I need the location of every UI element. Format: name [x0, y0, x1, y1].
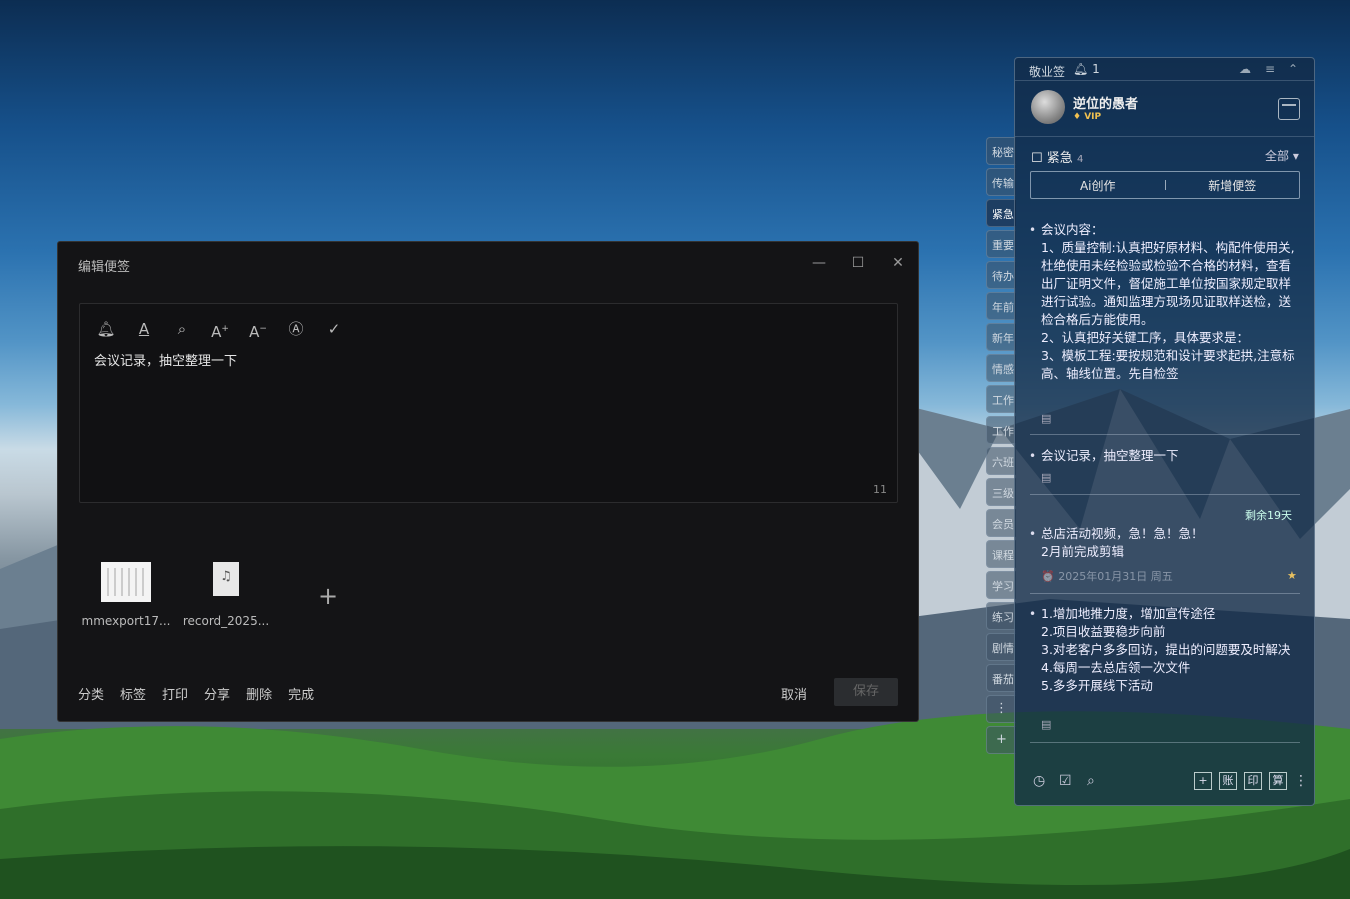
app-name: 敬业签	[1029, 65, 1066, 79]
tab-category[interactable]: 年前	[986, 292, 1016, 320]
tab-category[interactable]: 新年	[986, 323, 1016, 351]
tab-category[interactable]: 学习	[986, 571, 1016, 599]
attachment-image[interactable]: mmexport17...	[76, 562, 176, 628]
tab-category[interactable]: 重要	[986, 230, 1016, 258]
save-button[interactable]: 保存	[834, 678, 898, 706]
note-item[interactable]: • 会议内容： 1、质量控制:认真把好原材料、构配件使用关,杜绝使用未经检验或检验…	[1029, 221, 1301, 407]
category-count: 4	[1076, 154, 1084, 165]
attachment-icon: ▤	[1041, 412, 1052, 425]
search-icon[interactable]: ⌕	[170, 318, 194, 340]
edit-note-window: 编辑便签 — ☐ ✕ 🔔︎ A ⌕ A+ A− Ⓐ ✓ 会议记录，抽空整理一下 …	[57, 241, 919, 722]
text-underline-icon[interactable]: A	[132, 318, 156, 340]
note-content[interactable]: 会议记录，抽空整理一下	[94, 350, 237, 369]
tab-category[interactable]: 工作	[986, 416, 1016, 444]
tab-category-active[interactable]: 紧急	[986, 199, 1016, 227]
tab-category[interactable]: 三级	[986, 478, 1016, 506]
note-text: 会议记录，抽空整理一下	[1041, 448, 1179, 463]
user-name: 逆位的愚者	[1073, 97, 1139, 112]
clock-icon[interactable]: ◷	[1033, 773, 1045, 789]
tab-category[interactable]: 课程	[986, 540, 1016, 568]
category-name: 紧急	[1046, 151, 1073, 166]
tab-category[interactable]: 待办	[986, 261, 1016, 289]
tab-category[interactable]: 六班	[986, 447, 1016, 475]
reminder-indicator[interactable]: 🔔︎ 1	[1073, 62, 1100, 76]
add-box-button[interactable]: +	[1194, 772, 1212, 790]
action-bar: Ai创作 新增便签	[1030, 171, 1300, 199]
filter-label: 全部	[1265, 149, 1290, 163]
category-header: ☐ 紧急 4	[1031, 147, 1083, 166]
add-tab-button[interactable]: +	[986, 726, 1016, 754]
tab-category[interactable]: 情感	[986, 354, 1016, 382]
editor-title: 编辑便签	[78, 260, 131, 275]
note-item[interactable]: • 1.增加地推力度，增加宣传途径 2.项目收益要稳步向前 3.对老客户多多回访，…	[1029, 605, 1301, 695]
calendar-icon[interactable]	[1278, 98, 1300, 120]
ai-create-button[interactable]: Ai创作	[1031, 177, 1165, 194]
attachment-icon: ▤	[1041, 471, 1052, 484]
filter-dropdown[interactable]: 全部 ▾	[1265, 147, 1299, 164]
sticky-note-panel: 敬业签 🔔︎ 1 ☁ ≡ ⌃ 逆位的愚者 ♦ VIP ☐ 紧急 4 全部 ▾ A…	[1014, 57, 1315, 806]
share-button[interactable]: 分享	[204, 684, 230, 703]
collapse-icon[interactable]: ⌃	[1288, 62, 1298, 76]
category-tabs: 秘密 传输 紧急 重要 待办 年前 新年 情感 工作 工作 六班 三级 会员 课…	[986, 137, 1016, 757]
panel-footer: ◷ ☑ ⌕ + 账 印 算 ⋮	[1015, 761, 1314, 805]
attachment-audio[interactable]: ♫ record_2025...	[176, 562, 276, 628]
print-button[interactable]: 印	[1244, 772, 1262, 790]
attachment-name: mmexport17...	[81, 614, 171, 628]
note-date-text: 2025年01月31日 周五	[1058, 570, 1173, 583]
tab-category[interactable]: 练习	[986, 602, 1016, 630]
image-thumbnail	[101, 562, 151, 602]
tab-category[interactable]: 番茄	[986, 664, 1016, 692]
bell-icon[interactable]: 🔔︎	[94, 318, 118, 340]
maximize-button[interactable]: ☐	[847, 252, 869, 274]
attachment-icon: ▤	[1041, 718, 1052, 731]
note-editor-area[interactable]: 🔔︎ A ⌕ A+ A− Ⓐ ✓ 会议记录，抽空整理一下 11	[79, 303, 898, 503]
font-decrease-icon[interactable]: A−	[246, 318, 270, 341]
bookmark-icon: ☐	[1031, 151, 1043, 166]
print-button[interactable]: 打印	[162, 684, 188, 703]
search-icon[interactable]: ⌕	[1087, 773, 1095, 789]
tab-category[interactable]: 剧情	[986, 633, 1016, 661]
tab-category[interactable]: 传输	[986, 168, 1016, 196]
vip-badge: ♦ VIP	[1073, 112, 1102, 122]
calendar-check-icon[interactable]: ☑	[1059, 773, 1072, 789]
note-text: 1.增加地推力度，增加宣传途径 2.项目收益要稳步向前 3.对老客户多多回访，提…	[1041, 606, 1291, 693]
new-note-button[interactable]: 新增便签	[1166, 177, 1300, 194]
cancel-button[interactable]: 取消	[781, 684, 807, 703]
auto-format-icon[interactable]: Ⓐ	[284, 318, 308, 340]
bell-icon: 🔔︎	[1073, 62, 1089, 76]
attachment-name: record_2025...	[182, 614, 270, 628]
note-text: 会议内容： 1、质量控制:认真把好原材料、构配件使用关,杜绝使用未经检验或检验不…	[1041, 222, 1295, 381]
done-button[interactable]: 完成	[288, 684, 314, 703]
tab-category[interactable]: 秘密	[986, 137, 1016, 165]
editor-toolbar: 🔔︎ A ⌕ A+ A− Ⓐ ✓	[94, 318, 346, 341]
vip-label: VIP	[1084, 112, 1102, 122]
avatar[interactable]	[1031, 90, 1065, 124]
add-attachment-button[interactable]: +	[318, 582, 338, 610]
note-text: 总店活动视频，急！急！急！ 2月前完成剪辑	[1041, 526, 1204, 559]
tag-button[interactable]: 标签	[120, 684, 146, 703]
star-icon[interactable]: ★	[1287, 567, 1301, 585]
remaining-days: 剩余19天	[1245, 509, 1292, 522]
more-tabs-button[interactable]: ⋮	[986, 695, 1016, 723]
tab-category[interactable]: 工作	[986, 385, 1016, 413]
delete-button[interactable]: 删除	[246, 684, 272, 703]
note-item[interactable]: • 总店活动视频，急！急！急！ 2月前完成剪辑	[1029, 525, 1301, 561]
category-button[interactable]: 分类	[78, 684, 104, 703]
wav-file-icon: ♫	[213, 562, 239, 596]
check-icon[interactable]: ✓	[322, 318, 346, 340]
note-date: ⏰ 2025年01月31日 周五	[1041, 570, 1173, 583]
cloud-sync-icon[interactable]: ☁	[1239, 62, 1251, 76]
more-icon[interactable]: ⋮	[1294, 773, 1308, 789]
reminder-count: 1	[1092, 62, 1100, 76]
calculate-button[interactable]: 算	[1269, 772, 1287, 790]
char-count: 11	[873, 483, 887, 496]
minimize-button[interactable]: —	[808, 252, 830, 274]
editor-actions: 分类 标签 打印 分享 删除 完成	[78, 684, 314, 703]
menu-icon[interactable]: ≡	[1265, 62, 1275, 76]
tab-category[interactable]: 会员	[986, 509, 1016, 537]
account-button[interactable]: 账	[1219, 772, 1237, 790]
note-item[interactable]: • 会议记录，抽空整理一下	[1029, 447, 1301, 465]
font-increase-icon[interactable]: A+	[208, 318, 232, 341]
close-button[interactable]: ✕	[887, 252, 909, 274]
